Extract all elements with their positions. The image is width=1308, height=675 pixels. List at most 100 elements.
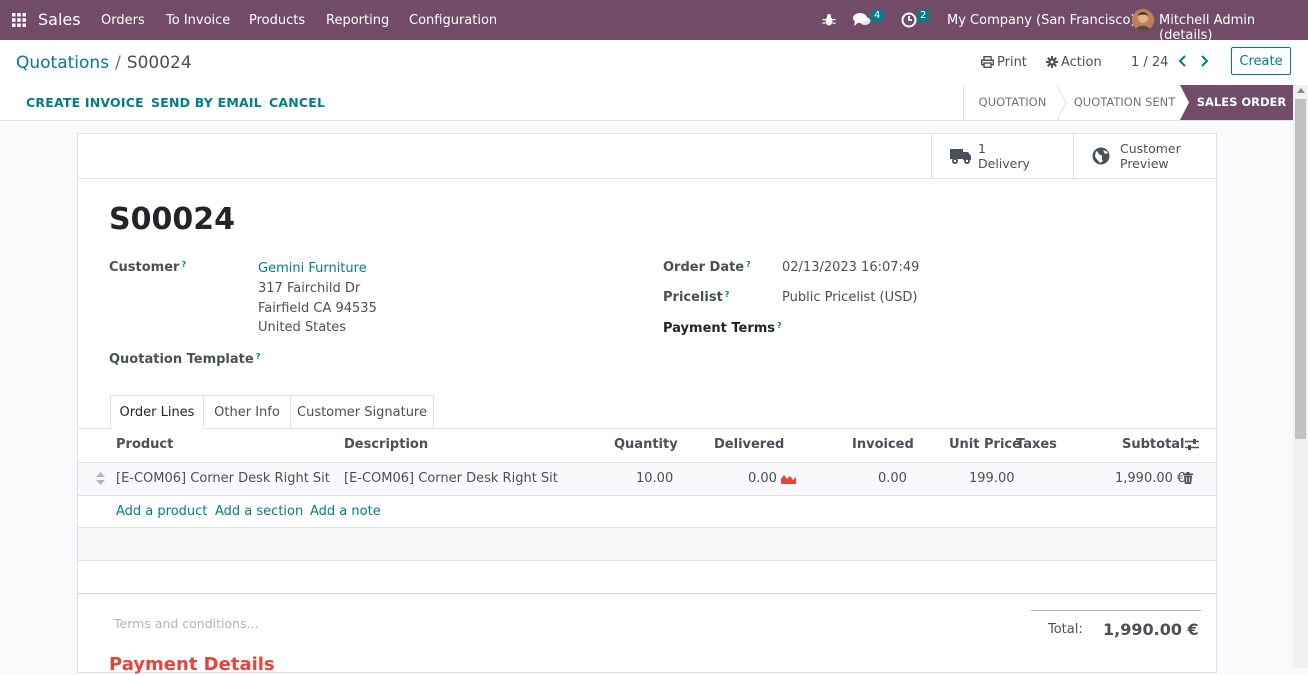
customer-link[interactable]: Gemini Furniture — [258, 261, 367, 276]
customer-address-line2: Fairfield CA 94535 — [258, 301, 377, 316]
payment-terms-label: Payment Terms? — [663, 321, 782, 336]
optional-columns-icon[interactable] — [1185, 438, 1199, 451]
total-amount: 1,990.00 € — [1103, 620, 1199, 639]
top-navbar: Sales Orders To Invoice Products Reporti… — [0, 0, 1308, 43]
create-button[interactable]: Create — [1231, 47, 1291, 75]
messages-badge: 4 — [871, 10, 884, 22]
col-invoiced[interactable]: Invoiced — [852, 437, 914, 452]
print-button[interactable]: Print — [997, 55, 1027, 70]
create-invoice-button[interactable]: CREATE INVOICE — [26, 95, 144, 110]
col-taxes[interactable]: Taxes — [1016, 437, 1057, 452]
user-avatar[interactable] — [1132, 9, 1154, 31]
stage-quotation[interactable]: QUOTATION — [963, 85, 1061, 120]
smart-button-box: 1 Delivery Customer Preview — [78, 134, 1216, 179]
stage-arrow-icon — [1057, 85, 1067, 120]
menu-orders[interactable]: Orders — [101, 13, 145, 28]
line-product[interactable]: [E-COM06] Corner Desk Right Sit — [116, 471, 330, 486]
scrollbar-thumb[interactable] — [1295, 99, 1306, 439]
col-unit-price[interactable]: Unit Price — [949, 437, 1021, 452]
menu-configuration[interactable]: Configuration — [409, 13, 497, 28]
menu-to-invoice[interactable]: To Invoice — [166, 13, 230, 28]
stage-sales-order[interactable]: SALES ORDER — [1190, 85, 1293, 120]
pager-value[interactable]: 1 / 24 — [1131, 55, 1168, 70]
scroll-up-arrow-icon[interactable] — [1297, 88, 1305, 93]
line-subtotal: 1,990.00 € — [1115, 471, 1186, 486]
add-product-link[interactable]: Add a product — [116, 504, 207, 519]
tab-order-lines[interactable]: Order Lines — [110, 395, 204, 429]
payment-details-heading: Payment Details — [109, 654, 275, 675]
trash-icon[interactable] — [1183, 472, 1193, 484]
stage-active-arrow-icon — [1180, 85, 1190, 120]
send-by-email-button[interactable]: SEND BY EMAIL — [151, 95, 262, 110]
preview-line2: Preview — [1120, 156, 1169, 171]
apps-grid-icon[interactable] — [12, 13, 26, 27]
preview-line1: Customer — [1120, 141, 1181, 156]
delivery-label: Delivery — [978, 156, 1030, 171]
messages-icon[interactable] — [853, 12, 871, 28]
line-delivered: 0.00 — [748, 471, 777, 486]
customer-preview-smart-button[interactable]: Customer Preview — [1073, 134, 1216, 178]
line-unit-price[interactable]: 199.00 — [969, 471, 1015, 486]
gear-icon[interactable] — [1046, 56, 1058, 68]
app-name[interactable]: Sales — [38, 10, 81, 29]
drag-handle-icon[interactable] — [96, 472, 105, 485]
template-help-icon[interactable]: ? — [256, 352, 261, 361]
stage-quotation-sent[interactable]: QUOTATION SENT — [1067, 85, 1182, 120]
total-label: Total: — [1048, 622, 1083, 637]
user-menu[interactable]: Mitchell Admin (details) — [1159, 13, 1308, 43]
terms-and-conditions-field[interactable]: Terms and conditions... — [114, 616, 259, 631]
forecast-chart-icon[interactable] — [781, 473, 796, 484]
order-date-value[interactable]: 02/13/2023 16:07:49 — [782, 260, 919, 275]
bug-icon[interactable] — [822, 13, 836, 27]
add-note-link[interactable]: Add a note — [310, 504, 381, 519]
record-title: S00024 — [109, 202, 235, 237]
avatar-image-icon — [1132, 9, 1154, 31]
cancel-button[interactable]: CANCEL — [269, 95, 325, 110]
delivery-count: 1 — [978, 141, 986, 156]
tab-other-info[interactable]: Other Info — [204, 395, 291, 428]
customer-address-line1: 317 Fairchild Dr — [258, 281, 361, 296]
line-invoiced: 0.00 — [878, 471, 907, 486]
page-scrollbar[interactable] — [1293, 85, 1308, 668]
menu-reporting[interactable]: Reporting — [326, 13, 389, 28]
pricelist-value[interactable]: Public Pricelist (USD) — [782, 290, 917, 305]
customer-label: Customer? — [109, 260, 187, 275]
col-delivered[interactable]: Delivered — [714, 437, 784, 452]
chevron-right-icon[interactable] — [1197, 54, 1211, 68]
pricelist-help-icon[interactable]: ? — [725, 290, 730, 299]
line-quantity[interactable]: 10.00 — [636, 471, 673, 486]
breadcrumb: Quotations / S00024 — [16, 53, 192, 73]
customer-preview-text: Customer Preview — [1120, 141, 1181, 171]
chevron-left-icon[interactable] — [1176, 54, 1190, 68]
company-switcher[interactable]: My Company (San Francisco) — [947, 13, 1135, 28]
add-section-link[interactable]: Add a section — [215, 504, 303, 519]
action-button[interactable]: Action — [1061, 55, 1102, 70]
tab-customer-signature[interactable]: Customer Signature — [291, 395, 434, 428]
control-panel: Quotations / S00024 Print Action 1 / 24 Cr… — [0, 40, 1308, 86]
print-icon[interactable] — [981, 56, 994, 68]
quotation-template-label: Quotation Template? — [109, 352, 261, 367]
payment-terms-help-icon[interactable]: ? — [777, 321, 782, 330]
breadcrumb-quotations[interactable]: Quotations — [16, 53, 109, 73]
activity-clock-icon[interactable] — [901, 12, 917, 28]
menu-products[interactable]: Products — [249, 13, 305, 28]
table-bottom-divider — [78, 593, 1216, 594]
total-divider — [1031, 610, 1201, 611]
order-date-label: Order Date? — [663, 260, 751, 275]
order-date-help-icon[interactable]: ? — [746, 260, 751, 269]
form-sheet: 1 Delivery Customer Preview S00024 Custo… — [77, 133, 1217, 675]
pricelist-label: Pricelist? — [663, 290, 730, 305]
row-divider — [78, 495, 1216, 496]
col-description[interactable]: Description — [344, 437, 428, 452]
customer-help-icon[interactable]: ? — [181, 260, 186, 269]
col-quantity[interactable]: Quantity — [614, 437, 678, 452]
col-product[interactable]: Product — [116, 437, 173, 452]
truck-icon — [950, 149, 971, 164]
delivery-smart-button[interactable]: 1 Delivery — [931, 134, 1074, 178]
col-subtotal[interactable]: Subtotal — [1122, 437, 1185, 452]
empty-row-divider — [78, 560, 1216, 561]
globe-icon — [1092, 147, 1110, 165]
line-description[interactable]: [E-COM06] Corner Desk Right Sit — [344, 471, 558, 486]
notebook-tabs: Order Lines Other Info Customer Signatur… — [78, 395, 1216, 429]
activities-badge: 2 — [917, 10, 930, 22]
